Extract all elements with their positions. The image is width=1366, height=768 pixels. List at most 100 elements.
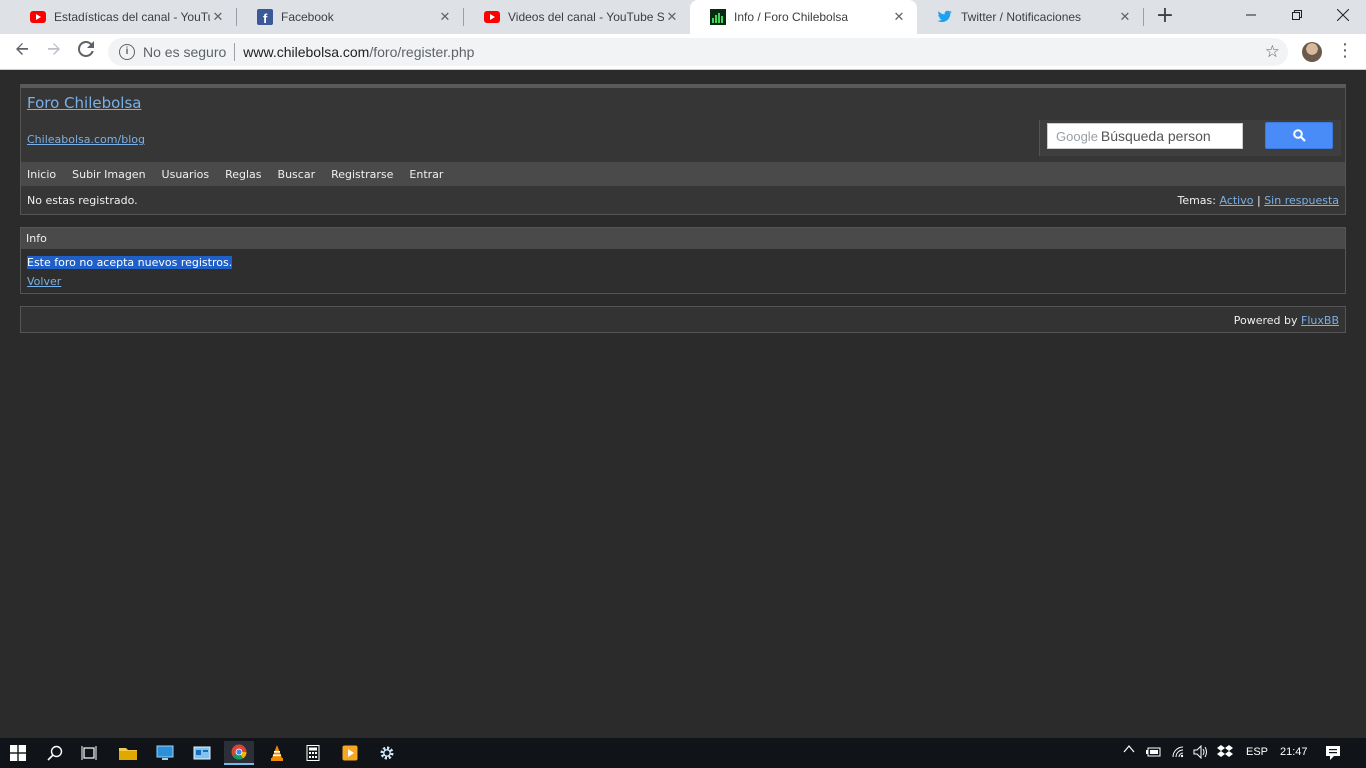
browser-toolbar: i No es seguro www.chilebolsa.com /foro/… [0,34,1366,70]
nav-inicio[interactable]: Inicio [27,168,56,181]
task-view-button[interactable] [75,741,105,765]
forum-header: Foro Chilebolsa Chileabolsa.com/blog Goo… [20,84,1346,215]
info-icon[interactable]: i [119,44,135,60]
forum-title-link[interactable]: Foro Chilebolsa [27,94,141,112]
topics-separator: | [1256,194,1261,207]
start-button[interactable] [3,741,33,765]
page-content: Foro Chilebolsa Chileabolsa.com/blog Goo… [0,71,1366,738]
notifications-icon[interactable] [1325,745,1341,764]
fluxbb-link[interactable]: FluxBB [1301,314,1339,327]
chevron-up-icon[interactable] [1123,744,1135,757]
wifi-icon[interactable] [1171,745,1187,762]
svg-text:f: f [263,11,268,25]
tab-foro-chilebolsa[interactable]: Info / Foro Chilebolsa ✕ [690,0,917,34]
file-explorer-button[interactable] [113,741,143,765]
tab-twitter[interactable]: Twitter / Notificaciones ✕ [917,0,1143,34]
dropbox-icon[interactable] [1217,745,1233,762]
nav-buscar[interactable]: Buscar [278,168,316,181]
chilebolsa-icon [710,9,726,25]
tab-divider [1143,8,1144,26]
back-button[interactable] [10,40,34,64]
omnibox-divider [234,43,236,61]
url-path: /foro/register.php [369,44,475,60]
tab-title: Info / Foro Chilebolsa [734,10,849,24]
nav-entrar[interactable]: Entrar [409,168,443,181]
search-icon [1292,129,1306,142]
browser-menu-icon[interactable]: ⋮ [1336,40,1354,64]
info-heading: Info [21,228,1345,249]
clock[interactable]: 21:47 [1280,746,1308,758]
search-button[interactable] [1265,122,1333,149]
calculator-button[interactable] [298,741,328,765]
tab-facebook[interactable]: f Facebook ✕ [237,0,463,34]
nav-usuarios[interactable]: Usuarios [162,168,210,181]
play-icon [342,745,358,761]
close-window-button[interactable] [1320,0,1366,30]
remote-desktop-button[interactable] [150,741,180,765]
forward-button[interactable] [42,40,66,64]
forum-nav: Inicio Subir Imagen Usuarios Reglas Busc… [21,162,1345,186]
control-panel-button[interactable] [187,741,217,765]
tab-title: Estadísticas del canal - YouTub [54,10,210,24]
topics-unanswered-link[interactable]: Sin respuesta [1264,194,1339,207]
tab-youtube-stats[interactable]: Estadísticas del canal - YouTub ✕ [10,0,236,34]
minimize-button[interactable] [1228,0,1274,30]
volume-icon[interactable] [1193,744,1209,762]
restore-icon [1292,10,1302,20]
nav-subir-imagen[interactable]: Subir Imagen [72,168,145,181]
tab-title: Twitter / Notificaciones [961,10,1082,24]
settings-button[interactable] [372,741,402,765]
search-icon [47,745,63,761]
search-taskbar-button[interactable] [40,741,70,765]
topics-label: Temas: [1177,194,1216,207]
tab-youtube-videos[interactable]: Videos del canal - YouTube Stu ✕ [464,0,690,34]
chrome-taskbar-button[interactable] [224,741,254,765]
topics-links: Temas: Activo | Sin respuesta [1177,194,1339,207]
battery-icon[interactable] [1146,746,1162,761]
blog-link[interactable]: Chileabolsa.com/blog [27,133,145,146]
info-box: Info Este foro no acepta nuevos registro… [20,227,1346,294]
arrow-left-icon [16,43,28,55]
powered-by: Powered by FluxBB [1234,314,1339,327]
address-bar[interactable]: i No es seguro www.chilebolsa.com /foro/… [108,38,1288,66]
chrome-icon [231,744,247,760]
close-tab-icon[interactable]: ✕ [1117,9,1133,25]
powered-by-label: Powered by [1233,314,1298,327]
google-search-box: Google Búsqueda person [1039,120,1341,156]
tab-strip: Estadísticas del canal - YouTub ✕ f Face… [0,0,1366,34]
close-tab-icon[interactable]: ✕ [891,9,907,25]
bookmark-star-icon[interactable]: ☆ [1265,42,1280,62]
close-tab-icon[interactable]: ✕ [437,9,453,25]
google-brand-label: Google [1056,129,1098,144]
login-status: No estas registrado. [27,194,138,207]
reload-button[interactable] [74,40,98,64]
close-tab-icon[interactable]: ✕ [664,9,680,25]
media-player-button[interactable] [335,741,365,765]
security-label: No es seguro [143,44,227,60]
profile-avatar[interactable] [1302,42,1322,62]
search-placeholder: Búsqueda person [1100,128,1211,144]
topics-active-link[interactable]: Activo [1219,194,1253,207]
vlc-button[interactable] [262,741,292,765]
info-message: Este foro no acepta nuevos registros. [27,256,233,269]
nav-reglas[interactable]: Reglas [225,168,261,181]
facebook-icon: f [257,9,273,25]
forum-footer: Powered by FluxBB [20,306,1346,333]
vlc-cone-icon [271,745,283,761]
back-link[interactable]: Volver [27,275,61,288]
close-tab-icon[interactable]: ✕ [210,9,226,25]
new-tab-button[interactable]: + [1152,4,1178,30]
tab-title: Facebook [281,10,334,24]
nav-registrarse[interactable]: Registrarse [331,168,393,181]
twitter-icon [937,9,953,25]
gear-icon [380,746,394,760]
search-input[interactable]: Google Búsqueda person [1047,123,1243,149]
arrow-right-icon [48,43,60,55]
calculator-icon [306,745,320,761]
restore-button[interactable] [1274,0,1320,30]
language-indicator[interactable]: ESP [1246,746,1268,758]
reload-icon [77,40,94,57]
monitor-icon [156,745,174,760]
close-icon [1337,9,1349,21]
control-panel-icon [193,746,211,760]
